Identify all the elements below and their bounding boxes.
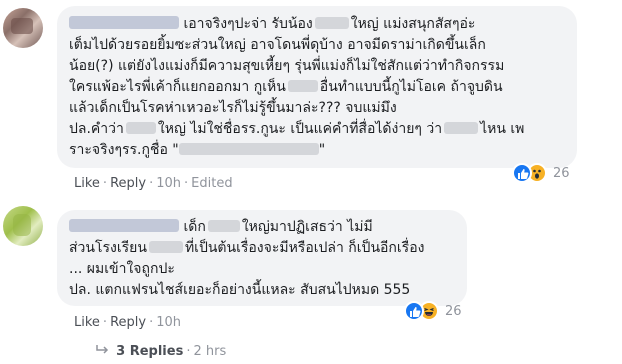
redaction	[287, 80, 318, 92]
comment-line: ส่วนโรงเรียน ที่เป็นต้นเรื่องจะมีหรือเปล่…	[69, 240, 425, 256]
timestamp[interactable]: 10h	[156, 315, 181, 330]
comment-line: เต็มไปด้วยรอยยิ้มซะส่วนใหญ่ อาจโดนพี่ดุบ…	[69, 37, 486, 53]
comment-line: ใครแพ้อะไรพี่เค้าก็แยกออกมา กูเห็น อื่นทำ…	[69, 79, 503, 95]
comment-line: ราะจริงๆรร.กูชื่อ " "	[69, 142, 326, 158]
replies-time: 2 hrs	[193, 344, 227, 359]
redaction	[207, 220, 240, 232]
redaction	[148, 241, 183, 253]
redaction	[314, 17, 349, 29]
comment-bubble: เด็ก ใหญ่มาปฏิเสธว่า ไม่มี ส่วนโรงเรียน ที…	[57, 210, 467, 306]
comment-line: ปล.คำว่า ใหญ่ ไม่ใช่ชื่อรร.กูนะ เป็นแค่คำ…	[69, 121, 525, 137]
comment-line: ปล. แตกแฟรนไชส์เยอะก็อย่างนี้แหละ สับสนไ…	[69, 282, 411, 298]
like-icon	[512, 163, 532, 183]
reaction-summary[interactable]: 26	[404, 300, 462, 322]
avatar[interactable]	[3, 8, 43, 48]
avatar[interactable]	[3, 206, 43, 246]
view-replies[interactable]: 3 Replies · 2 hrs	[96, 344, 226, 359]
redaction	[178, 143, 319, 155]
commenter-name-redacted[interactable]	[69, 219, 179, 232]
timestamp[interactable]: 10h	[156, 176, 181, 191]
reply-arrow-icon	[96, 344, 112, 359]
comment-actions: Like · Reply · 10h	[74, 315, 181, 330]
comment-line: แล้วเด็กเป็นโรคห่าเหวอะไรก็ไม่รู้ขึ้นมาล…	[69, 100, 397, 116]
comment-line: เด็ก ใหญ่มาปฏิเสธว่า ไม่มี	[69, 218, 373, 236]
reaction-count: 26	[445, 303, 462, 319]
reaction-count: 26	[553, 165, 570, 181]
edited-label[interactable]: Edited	[191, 176, 232, 191]
like-button[interactable]: Like	[74, 176, 100, 191]
like-button[interactable]: Like	[74, 315, 100, 330]
comment-bubble: เอาจริงๆปะจ่า รับน้อง ใหญ่ แม่งสนุกสัสๆอ่…	[57, 6, 577, 168]
replies-link[interactable]: 3 Replies	[116, 344, 183, 359]
reply-button[interactable]: Reply	[110, 315, 146, 330]
reply-button[interactable]: Reply	[110, 176, 146, 191]
like-icon	[404, 301, 424, 321]
redaction	[444, 122, 479, 134]
comment-line: น้อย(?) แต่ยังไงแม่งก็มีความสุขเหี้ยๆ รุ…	[69, 58, 505, 74]
comment-line: ... ผมเข้าใจถูกปะ	[69, 261, 175, 277]
commenter-name-redacted[interactable]	[69, 16, 179, 29]
redaction	[125, 122, 156, 134]
comment-line: เอาจริงๆปะจ่า รับน้อง ใหญ่ แม่งสนุกสัสๆอ่…	[69, 15, 475, 33]
comment-actions: Like · Reply · 10h · Edited	[74, 176, 233, 191]
reaction-summary[interactable]: 26	[512, 162, 570, 184]
